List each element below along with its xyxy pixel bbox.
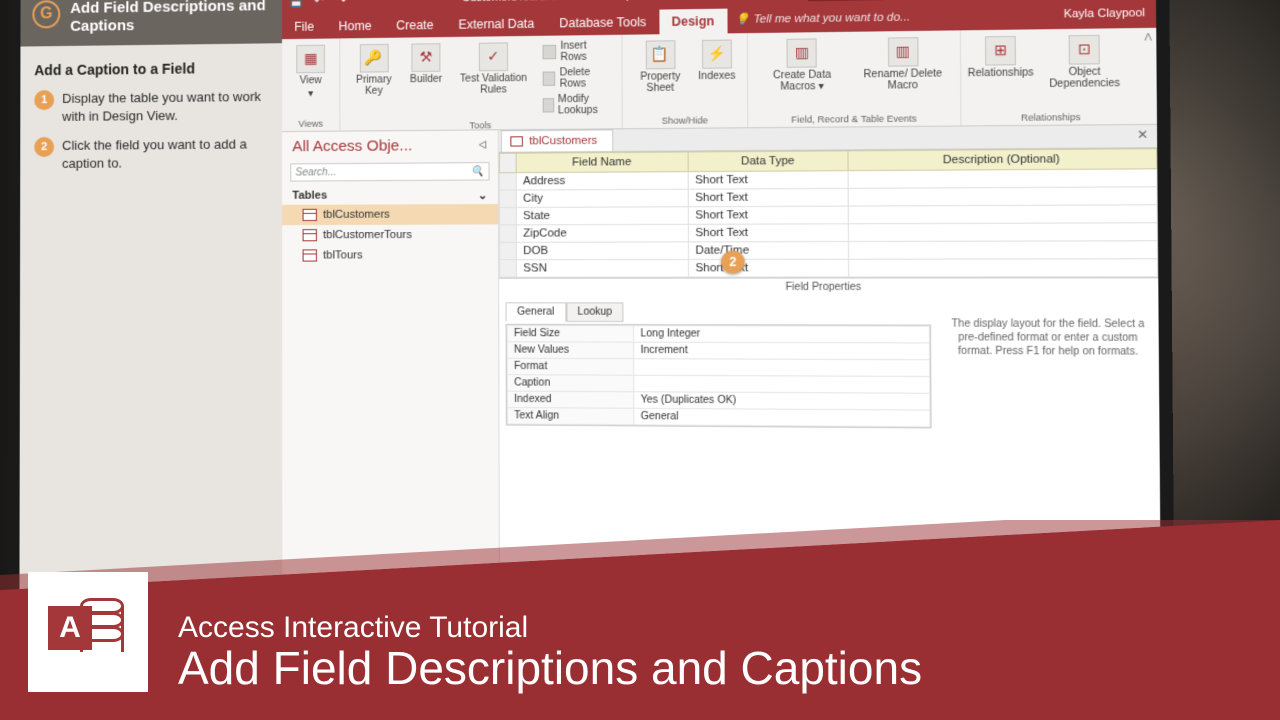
indexes-button[interactable]: ⚡ Indexes (695, 37, 738, 84)
property-help-text: The display layout for the field. Select… (937, 296, 1160, 608)
builder-button[interactable]: ⚒ Builder (405, 41, 446, 87)
validation-icon: ✓ (479, 42, 508, 71)
table-design-grid[interactable]: Field Name Data Type Description (Option… (499, 148, 1158, 279)
insert-rows-button[interactable]: Insert Rows (540, 39, 613, 64)
nav-item-tbltours[interactable]: tblTours (282, 245, 498, 266)
prop-row: New ValuesIncrement (507, 342, 929, 360)
undo-icon[interactable]: ↶ (311, 0, 327, 8)
property-sheet-icon: 📋 (645, 40, 675, 69)
lookup-icon (543, 98, 554, 112)
field-properties-label: Field Properties (499, 278, 1158, 296)
tab-home[interactable]: Home (326, 14, 384, 39)
tab-create[interactable]: Create (384, 13, 446, 38)
tutorial-title: Add Field Descriptions and Captions (70, 0, 270, 36)
delete-rows-icon (543, 71, 556, 85)
modify-lookups-button[interactable]: Modify Lookups (540, 92, 613, 117)
view-icon: ▦ (296, 45, 325, 74)
quick-access-toolbar: 💾 ↶ ↷ (288, 0, 349, 9)
document-area: tblCustomers ✕ Field Name Data T (499, 125, 1161, 609)
search-icon: 🔍 (471, 166, 484, 177)
nav-item-tblcustomertours[interactable]: tblCustomerTours (282, 224, 498, 245)
doc-tab-tblcustomers[interactable]: tblCustomers (501, 129, 613, 151)
navigation-pane: All Access Obje... ᐊ Search... 🔍 Tables … (282, 130, 500, 598)
ribbon-group-views: ▦ View ▾ Views (282, 38, 340, 131)
macros-icon: ▥ (787, 38, 817, 67)
workspace: All Access Obje... ᐊ Search... 🔍 Tables … (282, 125, 1161, 609)
key-icon: 🔑 (359, 44, 388, 73)
ribbon-group-showhide: 📋 Property Sheet ⚡ Indexes Show/Hide (623, 33, 748, 128)
prop-row: Format (507, 358, 930, 376)
prop-row: Field SizeLong Integer (507, 325, 929, 343)
window-title: CustomersTours: Database- \... (Acces... (350, 0, 786, 6)
object-dependencies-button[interactable]: ⊡ Object Dependencies (1038, 32, 1132, 92)
lightbulb-icon: 💡 (736, 13, 751, 26)
ribbon: ▦ View ▾ Views 🔑 Primary Key (282, 28, 1157, 132)
tab-file[interactable]: File (282, 14, 326, 39)
ribbon-group-relationships: ⊞ Relationships ⊡ Object Dependencies Re… (961, 28, 1140, 125)
tutorial-step: 1 Display the table you want to work wit… (34, 88, 268, 125)
close-tab-icon[interactable]: ✕ (1128, 125, 1157, 147)
rename-macro-icon: ▥ (887, 37, 918, 67)
ribbon-group-tools: 🔑 Primary Key ⚒ Builder ✓ Test Validatio… (340, 35, 623, 131)
create-data-macros-button[interactable]: ▥ Create Data Macros ▾ (756, 36, 848, 95)
prop-row: Text AlignGeneral (507, 408, 930, 427)
nav-item-tblcustomers[interactable]: tblCustomers (282, 204, 498, 225)
tutorial-subtitle: Add a Caption to a Field (34, 60, 267, 79)
tutorial-step: 2 Click the field you want to add a capt… (34, 135, 268, 172)
props-tab-general[interactable]: General (505, 302, 565, 322)
table-row[interactable]: StateShort Text (500, 205, 1158, 225)
view-button[interactable]: ▦ View ▾ (290, 43, 331, 102)
table-icon (510, 136, 523, 146)
properties-table[interactable]: Field SizeLong Integer New ValuesIncreme… (506, 324, 932, 429)
insert-rows-icon (542, 45, 556, 59)
chevron-down-icon: ▾ (308, 88, 313, 99)
property-sheet-button[interactable]: 📋 Property Sheet (631, 38, 689, 96)
col-data-type[interactable]: Data Type (688, 151, 848, 172)
user-name[interactable]: Kayla Claypool (1053, 2, 1157, 29)
table-icon (303, 229, 317, 241)
table-icon (303, 249, 317, 261)
save-icon[interactable]: 💾 (288, 0, 304, 9)
nav-pane-header[interactable]: All Access Obje... ᐊ (282, 130, 498, 161)
collapse-ribbon-icon[interactable]: ᐱ (1144, 32, 1152, 44)
nav-collapse-icon[interactable]: ᐊ (479, 139, 488, 152)
test-validation-button[interactable]: ✓ Test Validation Rules (453, 40, 534, 98)
step-number-icon: 2 (34, 137, 54, 157)
relationships-icon: ⊞ (985, 36, 1016, 66)
tab-database-tools[interactable]: Database Tools (547, 10, 659, 36)
table-row[interactable]: ZipCodeShort Text (500, 223, 1158, 243)
access-application: 💾 ↶ ↷ CustomersTours: Database- \... (Ac… (282, 0, 1161, 609)
tell-me-search[interactable]: 💡 Tell me what you want to do... (727, 4, 1053, 33)
table-row[interactable]: SSNShort Text (500, 259, 1158, 277)
primary-key-button[interactable]: 🔑 Primary Key (349, 42, 400, 99)
col-description[interactable]: Description (Optional) (848, 149, 1157, 171)
step-number-icon: 1 (34, 90, 54, 110)
ribbon-group-events: ▥ Create Data Macros ▾ ▥ Rename/ Delete … (748, 30, 962, 127)
field-properties-pane: General Lookup Field SizeLong Integer Ne… (499, 296, 1161, 609)
builder-icon: ⚒ (411, 43, 440, 72)
table-icon (303, 209, 317, 221)
redo-icon[interactable]: ↷ (333, 0, 349, 8)
rename-delete-macro-button[interactable]: ▥ Rename/ Delete Macro (854, 35, 951, 94)
table-row[interactable]: DOBDate/Time (500, 241, 1158, 260)
callout-marker-2: 2 (721, 251, 745, 274)
indexes-icon: ⚡ (702, 40, 732, 69)
tab-design[interactable]: Design (659, 9, 727, 35)
nav-search-input[interactable]: Search... 🔍 (290, 162, 489, 182)
step-text: Click the field you want to add a captio… (62, 135, 268, 172)
tutorial-logo-icon: G (32, 0, 60, 28)
screen: G Add Field Descriptions and Captions Ad… (19, 0, 1160, 609)
tutorial-header: G Add Field Descriptions and Captions (20, 0, 282, 47)
tutorial-sidebar: G Add Field Descriptions and Captions Ad… (19, 0, 282, 595)
context-tab-group: Table Tools (807, 0, 883, 1)
props-tab-lookup[interactable]: Lookup (566, 302, 624, 322)
tab-external-data[interactable]: External Data (446, 11, 547, 37)
dependencies-icon: ⊡ (1069, 35, 1100, 65)
section-collapse-icon: ⌄ (478, 189, 488, 202)
col-field-name[interactable]: Field Name (516, 152, 688, 173)
step-text: Display the table you want to work with … (62, 88, 268, 125)
nav-section-tables[interactable]: Tables ⌄ (282, 187, 498, 205)
delete-rows-button[interactable]: Delete Rows (540, 66, 613, 91)
relationships-button[interactable]: ⊞ Relationships (970, 34, 1032, 82)
